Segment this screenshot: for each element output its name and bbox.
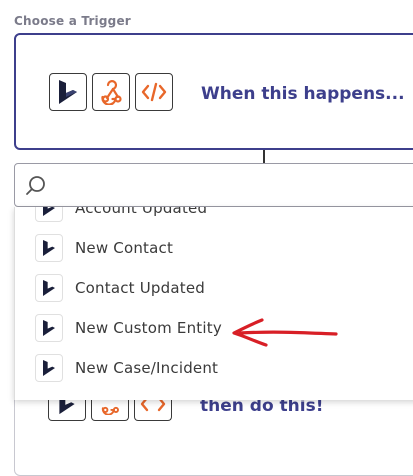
list-item[interactable]: New Custom Entity [15,308,413,348]
list-item-label: Contact Updated [75,279,205,297]
search-icon [25,175,47,201]
dynamics-icon [35,314,63,342]
list-item-label: New Case/Incident [75,359,219,377]
dynamics-icon [35,354,63,382]
dropdown-list: Account Updated New Contact Contact Upda… [15,207,413,388]
list-item-label: Account Updated [75,207,208,217]
dynamics-icon [49,73,87,111]
section-label: Choose a Trigger [14,14,131,28]
list-item[interactable]: Contact Updated [15,268,413,308]
list-item[interactable]: Account Updated [15,207,413,228]
list-item-label: New Custom Entity [75,319,222,337]
trigger-card[interactable]: When this happens... [14,33,413,150]
dynamics-icon [35,207,63,222]
list-item-label: New Contact [75,239,174,257]
code-icon [135,73,173,111]
dynamics-icon [35,234,63,262]
search-input[interactable] [55,172,409,200]
annotation-arrow [232,318,338,347]
trigger-dropdown: Account Updated New Contact Contact Upda… [14,207,413,400]
list-item[interactable]: New Case/Incident [15,348,413,388]
trigger-title: When this happens... [201,84,405,104]
search-box[interactable] [14,163,413,207]
trigger-icons [49,73,173,111]
step-connector [263,150,265,164]
dynamics-icon [35,274,63,302]
list-item[interactable]: New Contact [15,228,413,268]
webhook-icon [92,73,130,111]
